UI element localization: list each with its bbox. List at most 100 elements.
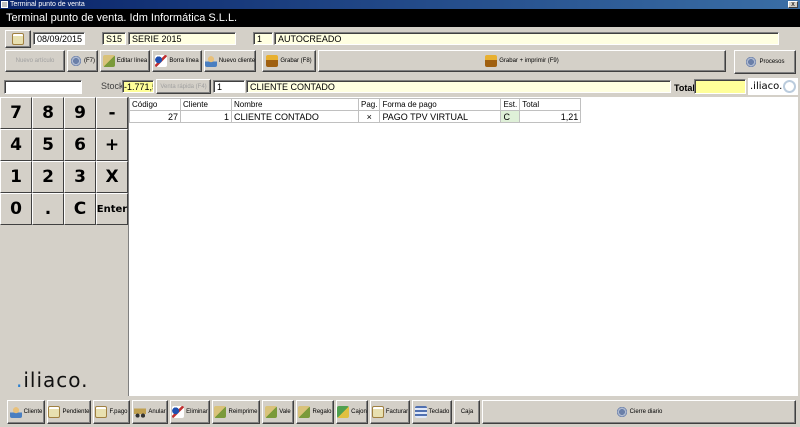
pending-button[interactable]: Pendiente: [47, 400, 91, 424]
brand-logo: .iliaco.: [16, 368, 89, 392]
key-enter[interactable]: Enter: [96, 193, 128, 225]
quick-sale-label: Venta rápida (F4): [160, 83, 207, 90]
keyboard-button[interactable]: Teclado: [412, 400, 452, 424]
edit-line-label: Editar línea: [116, 58, 148, 64]
new-article-button[interactable]: Nuevo artículo: [5, 50, 65, 72]
edit-line-button[interactable]: Editar línea: [100, 50, 150, 72]
quick-sale-button[interactable]: Venta rápida (F4): [156, 79, 211, 94]
key-1[interactable]: 1: [0, 161, 32, 193]
article-search-input[interactable]: [4, 80, 82, 94]
new-client-button[interactable]: Nuevo cliente: [204, 50, 256, 72]
col-nombre[interactable]: Nombre: [231, 98, 359, 111]
key-3[interactable]: 3: [64, 161, 96, 193]
drawer-label: Cajon: [351, 409, 367, 415]
calendar-icon: [12, 33, 24, 45]
col-cliente[interactable]: Cliente: [180, 98, 232, 111]
brand-logo-small: .iliaco.: [748, 78, 798, 95]
key-clear[interactable]: C: [64, 193, 96, 225]
client-name-field: CLIENTE CONTADO: [246, 80, 671, 93]
key-multiply[interactable]: X: [96, 161, 128, 193]
cell-pag: ×: [357, 110, 381, 123]
col-est[interactable]: Est.: [500, 98, 521, 111]
remove-label: Eliminar: [186, 409, 208, 415]
user-icon: [204, 55, 217, 67]
f7-label: (F7): [84, 58, 95, 64]
save-print-icon: [485, 55, 498, 67]
voucher-button[interactable]: Vale: [262, 400, 294, 424]
client-label: Cliente: [23, 409, 43, 415]
client-code-field[interactable]: 1: [213, 80, 245, 93]
delete-icon: [155, 55, 168, 67]
key-8[interactable]: 8: [32, 97, 64, 129]
reprint-icon: [214, 406, 227, 418]
edit-icon: [102, 55, 115, 67]
col-codigo[interactable]: Código: [129, 98, 181, 111]
numeric-keypad: 7 8 9 - 4 5 6 + 1 2 3 X 0 . C Enter: [0, 97, 128, 225]
app-header: Terminal punto de venta. Idm Informática…: [0, 9, 800, 27]
gift-button[interactable]: Regalo: [296, 400, 334, 424]
save-button[interactable]: Grabar (F8): [262, 50, 316, 72]
cash-button[interactable]: Caja: [454, 400, 480, 424]
payment-button[interactable]: F.pago: [93, 400, 130, 424]
save-icon: [266, 55, 279, 67]
document-status-field: AUTOCREADO: [274, 32, 779, 45]
total-value: [694, 79, 746, 94]
key-4[interactable]: 4: [0, 129, 32, 161]
brand-ring-icon: [783, 80, 796, 93]
col-pag[interactable]: Pag.: [357, 98, 381, 111]
cash-label: Caja: [460, 409, 474, 415]
keyboard-icon: [414, 406, 427, 418]
client-icon: [9, 406, 22, 418]
delete-line-button[interactable]: Borra línea: [152, 50, 202, 72]
key-6[interactable]: 6: [64, 129, 96, 161]
cell-nombre: CLIENTE CONTADO: [231, 110, 359, 123]
close-button[interactable]: x: [788, 1, 798, 8]
save-print-button[interactable]: Grabar + imprimir (F9): [318, 50, 726, 72]
cancel-button[interactable]: Anular: [132, 400, 168, 424]
document-number-field[interactable]: 1: [253, 32, 273, 45]
stock-label: Stock: [101, 81, 124, 91]
reprint-button[interactable]: Reimprime: [212, 400, 260, 424]
col-total[interactable]: Total: [519, 98, 582, 111]
app-icon: [1, 1, 8, 8]
drawer-icon: [337, 406, 350, 418]
key-minus[interactable]: -: [96, 97, 128, 129]
search-article-button[interactable]: (F7): [67, 50, 98, 72]
series-code-field[interactable]: S15: [102, 32, 126, 45]
drawer-button[interactable]: Cajon: [336, 400, 368, 424]
gift-icon: [298, 406, 311, 418]
delete-line-label: Borra línea: [169, 58, 199, 64]
keyboard-label: Teclado: [428, 409, 450, 415]
key-0[interactable]: 0: [0, 193, 32, 225]
key-plus[interactable]: +: [96, 129, 128, 161]
app-header-title: Terminal punto de venta. Idm Informática…: [6, 12, 238, 24]
key-2[interactable]: 2: [32, 161, 64, 193]
pending-icon: [48, 406, 61, 418]
key-7[interactable]: 7: [0, 97, 32, 129]
key-decimal[interactable]: .: [32, 193, 64, 225]
invoice-button[interactable]: Facturar: [370, 400, 410, 424]
remove-button[interactable]: Eliminar: [170, 400, 210, 424]
sales-table: Código Cliente Nombre Pag. Forma de pago…: [129, 98, 582, 123]
new-article-label: Nuevo artículo: [15, 58, 55, 64]
voucher-icon: [265, 406, 278, 418]
daily-close-button[interactable]: Cierre diario: [482, 400, 796, 424]
remove-icon: [172, 406, 185, 418]
brand-logo-small-text: .iliaco.: [750, 81, 783, 92]
table-header-row: Código Cliente Nombre Pag. Forma de pago…: [129, 98, 582, 111]
date-field[interactable]: 08/09/2015: [33, 32, 85, 45]
cancel-icon: [134, 406, 147, 418]
processes-button[interactable]: Procesos: [734, 50, 796, 74]
payment-icon: [95, 406, 108, 418]
table-row[interactable]: 27 1 CLIENTE CONTADO × PAGO TPV VIRTUAL …: [129, 110, 582, 123]
col-forma-pago[interactable]: Forma de pago: [379, 98, 502, 111]
voucher-label: Vale: [279, 409, 291, 415]
key-9[interactable]: 9: [64, 97, 96, 129]
calendar-button[interactable]: [5, 30, 31, 48]
stock-value: -1.771,5: [122, 80, 154, 93]
key-5[interactable]: 5: [32, 129, 64, 161]
sales-grid: Código Cliente Nombre Pag. Forma de pago…: [128, 97, 798, 396]
reprint-label: Reimprime: [228, 409, 258, 415]
client-button[interactable]: Cliente: [7, 400, 45, 424]
daily-close-icon: [615, 406, 628, 418]
